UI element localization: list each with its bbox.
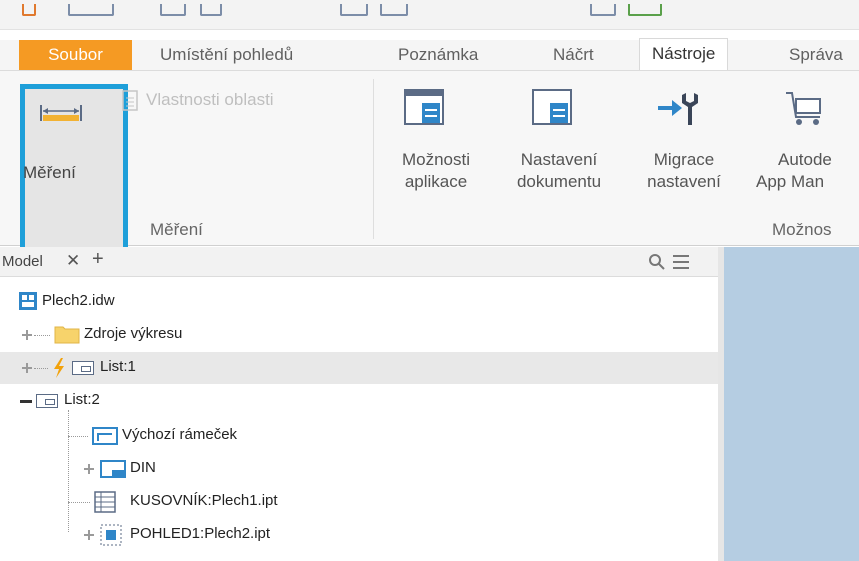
lightning-icon: [54, 358, 64, 378]
application-options-label-1: Možnosti: [401, 150, 471, 169]
app-manager-button[interactable]: Autode App Man: [752, 83, 859, 208]
app-manager-icon: [786, 92, 821, 125]
model-browser-tree: Plech2.idw Zdroje výkresu List:1 List:2: [0, 278, 718, 561]
tree-item-label: Plech2.idw: [42, 292, 115, 309]
tab-file[interactable]: Soubor: [19, 40, 132, 70]
ribbon-tabs: Soubor Umístění pohledů Poznámka Náčrt N…: [0, 38, 859, 70]
add-tab-icon[interactable]: +: [92, 248, 104, 271]
tree-item-root[interactable]: Plech2.idw: [0, 286, 718, 318]
tree-connector: [68, 502, 90, 503]
tree-item-label: Zdroje výkresu: [84, 325, 183, 342]
expand-icon[interactable]: [22, 330, 32, 340]
tree-item-label: List:1: [100, 358, 136, 375]
browser-header: Model ✕ +: [0, 247, 718, 277]
tab-sketch[interactable]: Náčrt: [541, 40, 606, 70]
tree-item-drawing-resources[interactable]: Zdroje výkresu: [0, 319, 718, 351]
save-icon[interactable]: [200, 4, 222, 16]
document-settings-label-2: dokumentu: [516, 172, 602, 191]
search-icon[interactable]: [648, 253, 666, 271]
tree-item-parts-list[interactable]: KUSOVNÍK:Plech1.ipt: [0, 486, 718, 518]
tree-item-default-border[interactable]: Výchozí rámeček: [0, 420, 718, 452]
app-manager-label-2: App Man: [756, 172, 825, 191]
close-icon[interactable]: ✕: [66, 251, 80, 271]
menu-icon[interactable]: [672, 254, 690, 270]
migrate-settings-label-2: nastavení: [647, 172, 721, 191]
measure-icon: [40, 105, 82, 121]
options-panel-title: Možnos: [772, 220, 832, 239]
tree-connector: [34, 368, 48, 369]
border-icon: [92, 427, 118, 445]
region-properties-icon: [122, 90, 138, 111]
tree-item-label: KUSOVNÍK:Plech1.ipt: [130, 492, 278, 509]
sheet-icon: [36, 394, 58, 408]
migrate-settings-button[interactable]: Migrace nastavení: [630, 83, 742, 208]
toolbar-icon[interactable]: [380, 4, 408, 16]
document-settings-label-1: Nastavení: [520, 150, 598, 169]
expand-icon[interactable]: [84, 530, 94, 540]
toolbar-icon[interactable]: [590, 4, 616, 16]
folder-icon: [54, 326, 80, 344]
drawing-icon: [19, 292, 37, 310]
title-block-icon: [100, 460, 126, 478]
application-options-button[interactable]: Možnosti aplikace: [384, 83, 492, 208]
tab-tools[interactable]: Nástroje: [639, 38, 729, 70]
expand-icon[interactable]: [84, 464, 94, 474]
open-icon[interactable]: [160, 4, 186, 16]
measure-label: Měření: [23, 163, 76, 182]
migrate-settings-icon: [658, 93, 698, 125]
measure-panel-title: Měření: [150, 220, 203, 239]
tree-item-view-1[interactable]: POHLED1:Plech2.ipt: [0, 519, 718, 551]
tree-item-sheet-2[interactable]: List:2: [0, 385, 718, 417]
document-settings-icon: [532, 89, 572, 125]
collapse-icon[interactable]: [20, 400, 32, 403]
app-icon[interactable]: [22, 4, 36, 16]
tree-item-label: DIN: [130, 459, 156, 476]
region-properties-label: Vlastnosti oblasti: [146, 90, 274, 109]
application-options-label-2: aplikace: [404, 172, 468, 191]
measure-button[interactable]: Měření: [20, 84, 128, 268]
tab-model[interactable]: Model: [2, 253, 43, 270]
document-settings-button[interactable]: Nastavení dokumentu: [496, 83, 626, 208]
tree-connector: [34, 335, 50, 336]
tab-annotate[interactable]: Poznámka: [386, 40, 490, 70]
graphics-window[interactable]: [724, 247, 859, 561]
tree-item-sheet-1[interactable]: List:1: [0, 352, 718, 384]
region-properties-button[interactable]: Vlastnosti oblasti: [122, 90, 362, 116]
toolbar-icon[interactable]: [340, 4, 368, 16]
new-icon[interactable]: [68, 4, 114, 16]
panel-divider: [373, 79, 374, 239]
tab-manage[interactable]: Správa: [777, 40, 855, 70]
tab-place-views[interactable]: Umístění pohledů: [148, 40, 305, 70]
tree-item-label: Výchozí rámeček: [122, 426, 238, 443]
tree-item-din[interactable]: DIN: [0, 453, 718, 485]
tree-item-label: List:2: [64, 391, 100, 408]
parts-list-icon: [94, 491, 116, 513]
view-icon: [100, 524, 122, 546]
application-options-icon: [404, 89, 444, 125]
tree-item-label: POHLED1:Plech2.ipt: [130, 525, 271, 542]
toolbar-icon[interactable]: [628, 4, 662, 16]
ribbon-panel-area: Měření Vlastnosti oblasti Měření Možnost…: [0, 70, 859, 268]
migrate-settings-label-1: Migrace: [653, 150, 715, 169]
app-manager-label-1: Autode: [778, 150, 832, 169]
tree-connector: [68, 436, 88, 437]
quick-access-toolbar: [0, 0, 859, 30]
expand-icon[interactable]: [22, 363, 32, 373]
sheet-icon: [72, 361, 94, 375]
